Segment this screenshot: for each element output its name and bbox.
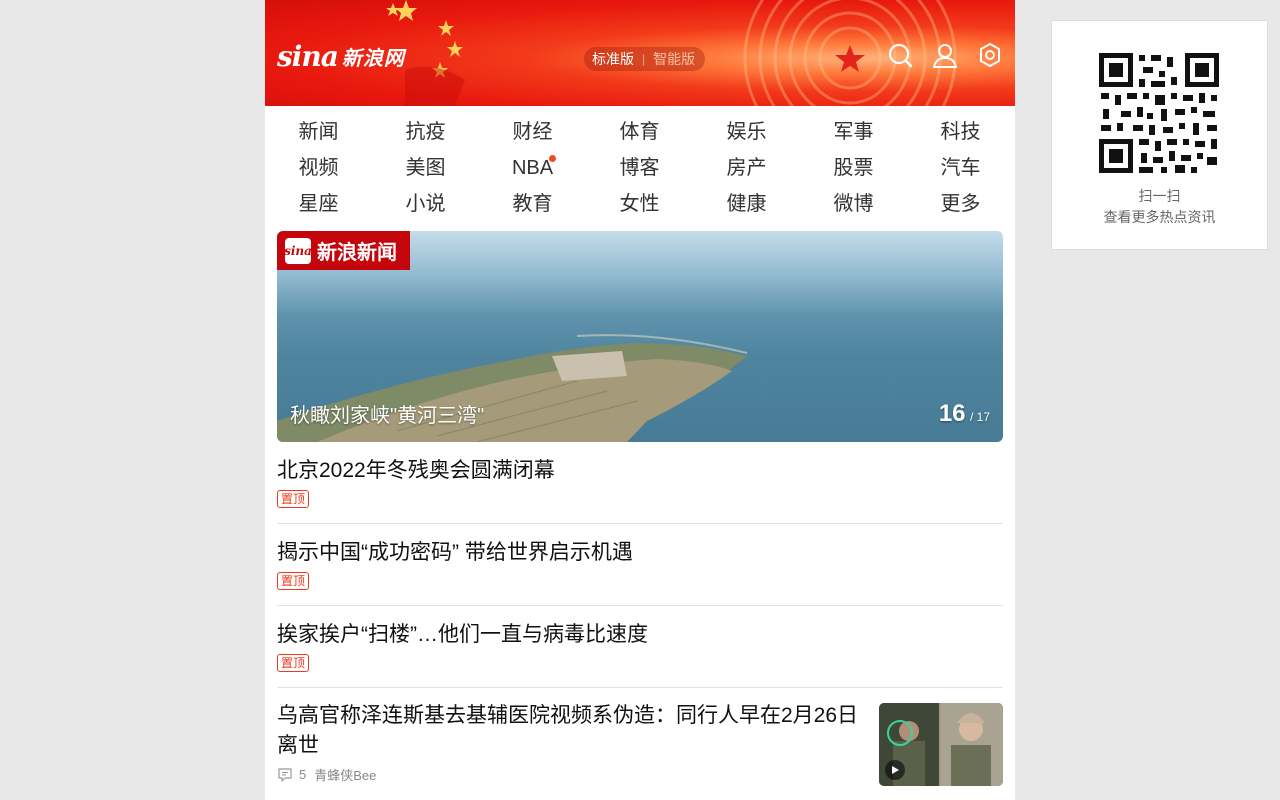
nav-item-education[interactable]: 教育 <box>479 188 586 224</box>
version-standard[interactable]: 标准版 <box>592 49 634 69</box>
nav-item-entertainment[interactable]: 娱乐 <box>693 116 800 152</box>
nav-item-astrology[interactable]: 星座 <box>265 188 372 224</box>
nav-item-more[interactable]: 更多 <box>907 188 1014 224</box>
nav-row-1: 新闻 抗疫 财经 体育 娱乐 军事 科技 <box>265 116 1015 152</box>
list-item[interactable]: 揭示中国“成功密码” 带给世界启示机遇 置顶 <box>277 524 1003 606</box>
nav-item-news[interactable]: 新闻 <box>265 116 372 152</box>
header-banner: sina 新浪网 标准版 | 智能版 <box>265 0 1015 106</box>
qr-description: 查看更多热点资讯 <box>1103 209 1216 225</box>
news-title[interactable]: 北京2022年冬残奥会圆满闭幕 <box>277 454 555 484</box>
qr-code-panel: 扫一扫 查看更多热点资讯 <box>1051 20 1268 250</box>
list-item-video[interactable]: 乌高官称泽连斯基去基辅医院视频系伪造：同行人早在2月26日离世 5 青蜂侠Bee <box>277 688 1003 798</box>
nav-item-blog[interactable]: 博客 <box>586 152 693 188</box>
new-dot-badge <box>549 155 556 162</box>
carousel-caption: 秋瞰刘家峡"黄河三湾" <box>290 405 485 427</box>
news-title[interactable]: 乌高官称泽连斯基去基辅医院视频系伪造：同行人早在2月26日离世 <box>277 701 867 761</box>
photo-carousel[interactable]: sina 新浪新闻 秋瞰刘家峡"黄河三湾" 16 / 17 <box>277 231 1003 442</box>
sina-news-badge: sina 新浪新闻 <box>277 231 410 270</box>
nav-row-3: 星座 小说 教育 女性 健康 微博 更多 <box>265 188 1015 224</box>
pinned-tag: 置顶 <box>277 654 310 672</box>
nav-item-tech[interactable]: 科技 <box>907 116 1014 152</box>
nav-item-nba[interactable]: NBA <box>479 152 586 188</box>
nav-item-health[interactable]: 健康 <box>693 188 800 224</box>
version-switch: 标准版 | 智能版 <box>584 47 706 71</box>
qr-code-image <box>1099 53 1219 173</box>
sina-news-badge-icon: sina <box>284 237 312 264</box>
pinned-tag: 置顶 <box>277 490 310 508</box>
qr-scan-label: 扫一扫 <box>1138 188 1181 204</box>
settings-icon[interactable] <box>977 42 1003 70</box>
nav-item-auto[interactable]: 汽车 <box>907 152 1014 188</box>
pinned-tag: 置顶 <box>277 572 310 590</box>
play-icon[interactable] <box>885 760 905 780</box>
video-thumbnail[interactable] <box>879 703 1003 786</box>
sina-news-badge-text: 新浪新闻 <box>317 242 397 264</box>
version-smart[interactable]: 智能版 <box>653 49 695 69</box>
nav-item-realestate[interactable]: 房产 <box>693 152 800 188</box>
nav-item-weibo[interactable]: 微博 <box>800 188 907 224</box>
search-icon[interactable] <box>887 42 913 70</box>
page: sina 新浪网 标准版 | 智能版 新闻 抗疫 财经 体育 娱乐 军事 科技 … <box>265 0 1015 800</box>
nav-item-video[interactable]: 视频 <box>265 152 372 188</box>
logo-cn-text: 新浪网 <box>341 47 405 70</box>
user-icon[interactable] <box>932 42 958 70</box>
comment-count: 5 <box>299 767 307 782</box>
carousel-total: / 17 <box>969 410 990 424</box>
nav-item-nba-label: NBA <box>511 157 554 179</box>
nav-item-military[interactable]: 军事 <box>800 116 907 152</box>
nav-row-2: 视频 美图 NBA 博客 房产 股票 汽车 <box>265 152 1015 188</box>
news-title[interactable]: 挨家挨户“扫楼”…他们一直与病毒比速度 <box>277 618 648 648</box>
nav-item-covid[interactable]: 抗疫 <box>372 116 479 152</box>
news-meta: 5 青蜂侠Bee <box>277 765 376 784</box>
channel-nav: 新闻 抗疫 财经 体育 娱乐 军事 科技 视频 美图 NBA 博客 房产 股票 … <box>265 106 1015 224</box>
carousel-current: 16 <box>938 400 966 427</box>
version-divider: | <box>642 52 646 66</box>
carousel-counter: 16 / 17 <box>939 400 990 428</box>
news-title[interactable]: 揭示中国“成功密码” 带给世界启示机遇 <box>277 536 633 566</box>
nav-item-stocks[interactable]: 股票 <box>800 152 907 188</box>
news-source: 青蜂侠Bee <box>314 768 377 783</box>
nav-item-novels[interactable]: 小说 <box>372 188 479 224</box>
sina-logo[interactable]: sina 新浪网 <box>277 38 405 74</box>
comment-icon <box>278 767 292 782</box>
logo-sina-text: sina <box>277 39 339 73</box>
nav-item-photos[interactable]: 美图 <box>372 152 479 188</box>
list-item[interactable]: 挨家挨户“扫楼”…他们一直与病毒比速度 置顶 <box>277 606 1003 688</box>
nav-item-finance[interactable]: 财经 <box>479 116 586 152</box>
list-item[interactable]: 北京2022年冬残奥会圆满闭幕 置顶 <box>277 442 1003 524</box>
nav-item-sports[interactable]: 体育 <box>586 116 693 152</box>
nav-item-women[interactable]: 女性 <box>586 188 693 224</box>
news-feed: 北京2022年冬残奥会圆满闭幕 置顶 揭示中国“成功密码” 带给世界启示机遇 置… <box>277 442 1003 798</box>
